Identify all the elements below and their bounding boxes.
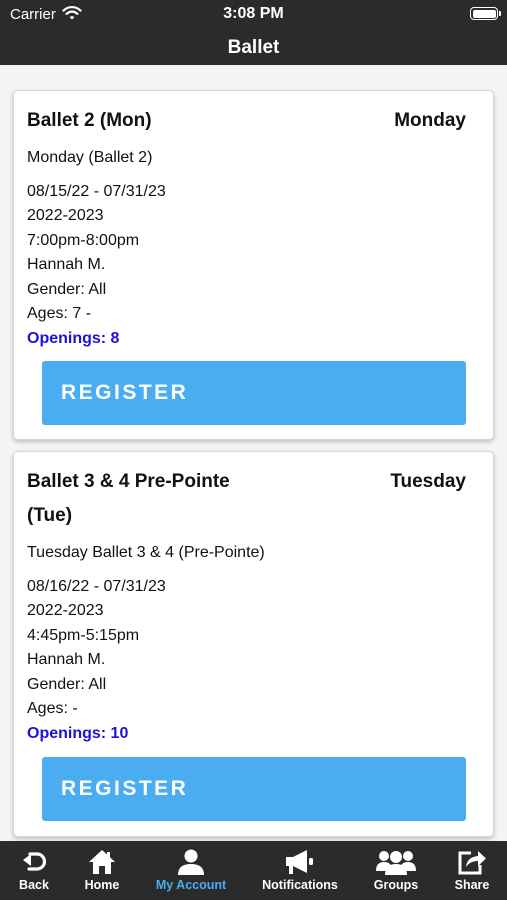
tab-share[interactable]: Share [444, 841, 500, 900]
class-title-continued: (Tue) [27, 505, 73, 526]
class-instructor: Hannah M. [27, 651, 106, 668]
class-season: 2022-2023 [27, 602, 104, 619]
class-day: Tuesday [390, 471, 466, 492]
class-time: 7:00pm-8:00pm [27, 232, 140, 249]
register-button[interactable]: REGISTER [42, 757, 466, 821]
user-icon [178, 849, 204, 875]
class-openings: Openings: 10 [27, 725, 129, 742]
tab-label: Home [84, 878, 120, 892]
share-icon [458, 851, 486, 875]
class-title: Ballet 2 (Mon) [27, 110, 152, 131]
tab-home[interactable]: Home [74, 841, 130, 900]
register-button[interactable]: REGISTER [42, 361, 466, 425]
back-arrow-icon [23, 852, 47, 871]
clock: 3:08 PM [223, 5, 284, 22]
tab-label: My Account [155, 878, 227, 892]
navigation-bar: Ballet [0, 30, 507, 65]
tab-label: Share [454, 878, 490, 892]
class-title: Ballet 3 & 4 Pre-Pointe [27, 471, 230, 492]
groups-icon [376, 851, 416, 875]
tab-label: Groups [373, 878, 419, 892]
class-time: 4:45pm-5:15pm [27, 627, 140, 644]
class-ages: Ages: 7 - [27, 305, 92, 322]
class-instructor: Hannah M. [27, 256, 106, 273]
class-gender: Gender: All [27, 676, 107, 693]
tab-label: Back [19, 878, 49, 892]
battery-icon [470, 7, 501, 20]
tab-label: Notifications [262, 878, 338, 892]
class-day: Monday [394, 110, 466, 131]
class-card: Ballet 2 (Mon) Monday Monday (Ballet 2) … [13, 90, 494, 440]
tab-back[interactable]: Back [6, 841, 62, 900]
class-date-range: 08/16/22 - 07/31/23 [27, 578, 166, 595]
class-season: 2022-2023 [27, 207, 104, 224]
class-openings: Openings: 8 [27, 330, 120, 347]
page-title: Ballet [227, 37, 280, 58]
tab-notifications[interactable]: Notifications [256, 841, 344, 900]
megaphone-icon [286, 850, 313, 874]
class-description: Monday (Ballet 2) [27, 149, 153, 166]
tab-my-account[interactable]: My Account [148, 841, 234, 900]
class-description: Tuesday Ballet 3 & 4 (Pre-Pointe) [27, 544, 265, 561]
class-card: Ballet 3 & 4 Pre-Pointe (Tue) Tuesday Tu… [13, 451, 494, 837]
class-ages: Ages: - [27, 700, 78, 717]
status-bar: Carrier 3:08 PM [0, 0, 507, 30]
class-gender: Gender: All [27, 281, 107, 298]
tab-bar: Back Home My Account Notifications Group… [0, 841, 507, 900]
class-list[interactable]: Ballet 2 (Mon) Monday Monday (Ballet 2) … [0, 65, 507, 841]
class-date-range: 08/15/22 - 07/31/23 [27, 183, 166, 200]
home-icon [89, 850, 115, 874]
tab-groups[interactable]: Groups [366, 841, 426, 900]
